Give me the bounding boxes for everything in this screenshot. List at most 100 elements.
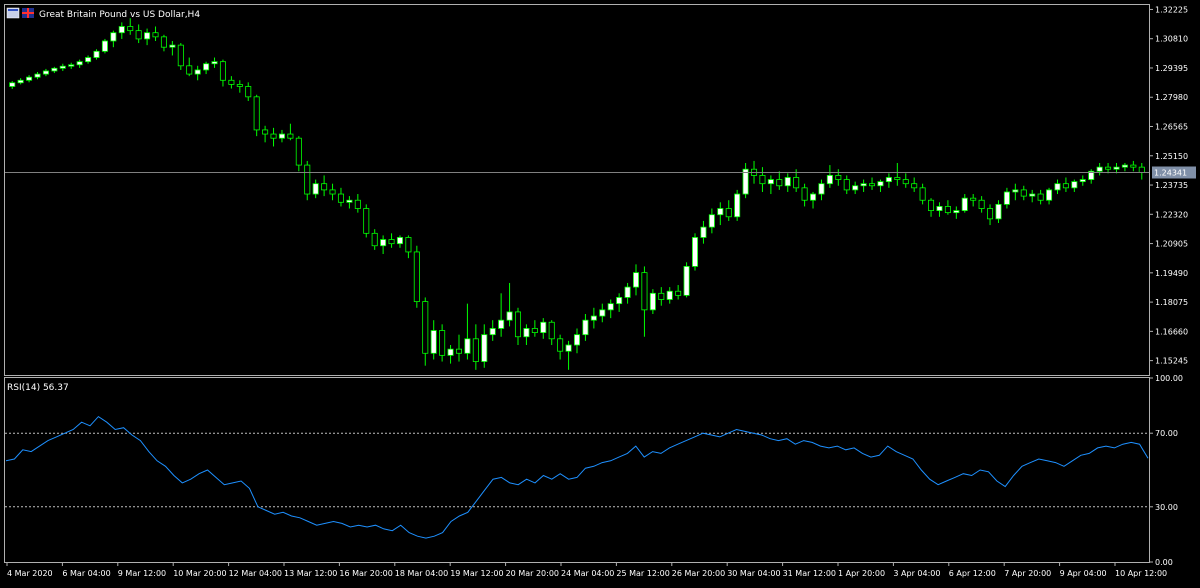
- candle-body: [658, 292, 665, 300]
- candle-body: [776, 179, 783, 187]
- candle-body: [1105, 166, 1112, 170]
- candle-body: [135, 30, 142, 40]
- candle-body: [203, 63, 210, 71]
- candle-body: [177, 44, 184, 67]
- candle-body: [245, 86, 252, 98]
- candle-body: [944, 206, 951, 214]
- candle: [253, 94, 260, 137]
- time-tick-label: 26 Mar 20:00: [672, 569, 725, 578]
- time-tick-label: 13 Mar 12:00: [284, 569, 337, 578]
- candle-body: [1062, 183, 1069, 189]
- candle-body: [894, 177, 901, 180]
- candle-body: [118, 26, 125, 34]
- candle-body: [144, 32, 151, 40]
- candle-body: [540, 321, 547, 334]
- candle-body: [455, 348, 462, 354]
- candle-body: [632, 272, 640, 288]
- time-tick-label: 7 Apr 20:00: [1004, 569, 1051, 578]
- price-tick-label: 1.16660: [1155, 327, 1188, 336]
- candle-body: [17, 79, 24, 84]
- candle-body: [380, 239, 387, 247]
- time-tick-label: 25 Mar 12:00: [616, 569, 669, 578]
- candle-body: [557, 338, 564, 352]
- price-tick-label: 1.22320: [1155, 210, 1188, 219]
- candle-body: [835, 175, 842, 180]
- candle-body: [329, 189, 336, 195]
- candle-body: [1012, 189, 1019, 193]
- candle-body: [666, 290, 673, 300]
- candle-body: [902, 179, 909, 185]
- candle-body: [236, 84, 243, 87]
- candle-body: [514, 311, 522, 338]
- rsi-tick-label: 70.00: [1155, 429, 1178, 438]
- candle-body: [337, 193, 344, 203]
- candle-body: [641, 272, 648, 311]
- candle-body: [734, 193, 741, 218]
- candle-body: [911, 183, 918, 189]
- candle-body: [1020, 189, 1027, 197]
- candle-body: [582, 319, 589, 336]
- candle-body: [498, 319, 505, 329]
- candle-body: [278, 133, 285, 139]
- candle-body: [565, 344, 572, 352]
- price-tick-label: 1.20905: [1155, 240, 1188, 249]
- current-price-label: 1.24341: [1154, 169, 1187, 178]
- time-tick-label: 10 Apr 12:00: [1115, 569, 1167, 578]
- candle-body: [388, 239, 395, 245]
- candle-body: [506, 311, 513, 321]
- candle-body: [708, 214, 715, 228]
- candle: [177, 43, 184, 70]
- price-tick-label: 1.30810: [1155, 35, 1188, 44]
- candle-body: [523, 328, 530, 338]
- candle-body: [978, 199, 985, 209]
- candle-body: [270, 133, 277, 139]
- candle-body: [801, 187, 808, 201]
- candle-body: [68, 64, 75, 67]
- candle: [101, 38, 108, 54]
- candle-body: [152, 32, 159, 38]
- candle-body: [1046, 189, 1053, 201]
- rsi-title: RSI(14) 56.37: [7, 383, 69, 393]
- candle-body: [42, 70, 49, 75]
- candle-body: [675, 290, 682, 296]
- candle-body: [413, 251, 420, 302]
- candle-body: [439, 330, 446, 356]
- candle-body: [995, 203, 1002, 220]
- candle-body: [110, 32, 117, 42]
- time-tick-label: 1 Apr 20:00: [838, 569, 885, 578]
- candle-body: [194, 69, 201, 75]
- price-tick-label: 1.23735: [1155, 181, 1188, 190]
- candle: [734, 189, 741, 221]
- candle-body: [818, 183, 825, 195]
- price-tick-label: 1.19490: [1155, 269, 1188, 278]
- candle-body: [953, 210, 960, 214]
- time-tick-label: 6 Apr 12:00: [949, 569, 996, 578]
- price-tick-label: 1.27980: [1155, 93, 1188, 102]
- rsi-tick-label: 0.00: [1155, 558, 1173, 567]
- candle-body: [228, 79, 235, 85]
- candle-body: [590, 315, 597, 321]
- price-tick-label: 1.18075: [1155, 298, 1188, 307]
- candle-body: [26, 76, 33, 81]
- candle-body: [1071, 181, 1078, 189]
- candle-body: [877, 181, 884, 187]
- time-tick-label: 20 Mar 20:00: [506, 569, 559, 578]
- candle-body: [481, 334, 488, 362]
- candle-body: [987, 208, 994, 220]
- candle-body: [295, 137, 302, 166]
- candle-body: [472, 338, 479, 362]
- time-tick-label: 3 Apr 04:00: [893, 569, 940, 578]
- candle-body: [489, 328, 496, 336]
- candle-body: [624, 286, 631, 298]
- candle-body: [304, 164, 311, 195]
- candle-body: [321, 183, 328, 191]
- window-icon-1-bar: [8, 9, 18, 11]
- chart-canvas[interactable]: Great Britain Pound vs US Dollar,H4 RSI(…: [0, 0, 1200, 584]
- candle-body: [312, 183, 319, 195]
- candle: [683, 262, 690, 298]
- candle-body: [810, 193, 817, 201]
- price-tick-label: 1.29395: [1155, 64, 1188, 73]
- candle-body: [1079, 179, 1086, 183]
- candle-body: [464, 338, 471, 354]
- rsi-tick-label: 30.00: [1155, 503, 1178, 512]
